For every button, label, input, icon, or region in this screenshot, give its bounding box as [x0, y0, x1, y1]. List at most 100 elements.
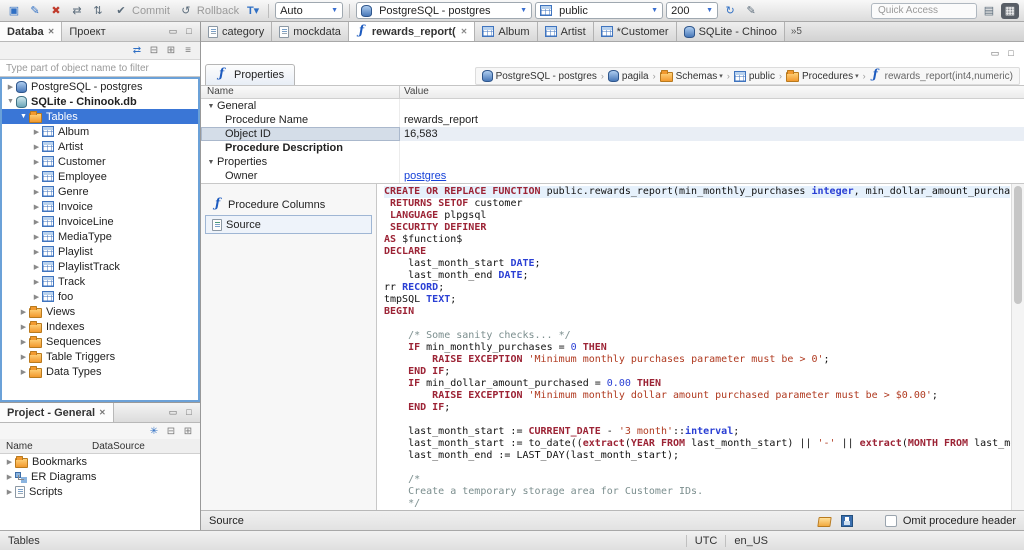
- expander-icon[interactable]: ▶: [31, 143, 42, 151]
- transaction-filter-icon[interactable]: T ▾: [244, 3, 262, 19]
- tree-item-employee[interactable]: ▶ Employee: [2, 169, 198, 184]
- tree-item-table-triggers[interactable]: ▶ Table Triggers: [2, 349, 198, 364]
- refresh-icon[interactable]: ↻: [721, 3, 739, 19]
- vertical-scrollbar[interactable]: [1011, 184, 1024, 510]
- expander-icon[interactable]: ▼: [205, 159, 217, 166]
- tree-item-artist[interactable]: ▶ Artist: [2, 139, 198, 154]
- breadcrumb-item-postgresql-postgres[interactable]: PostgreSQL - postgres: [481, 70, 597, 82]
- tab-overflow-indicator[interactable]: »5: [785, 22, 808, 41]
- maximize-icon[interactable]: □: [182, 26, 196, 37]
- expander-icon[interactable]: ▶: [18, 368, 29, 376]
- tree-item-playlisttrack[interactable]: ▶ PlaylistTrack: [2, 259, 198, 274]
- omit-header-checkbox[interactable]: [884, 514, 897, 527]
- abort-icon[interactable]: ✖: [47, 3, 65, 19]
- tree-item-indexes[interactable]: ▶ Indexes: [2, 319, 198, 334]
- project-item-er-diagrams[interactable]: ▶ ER Diagrams: [0, 469, 200, 484]
- open-folder-icon[interactable]: [817, 516, 832, 527]
- editor-tab-rewards-report[interactable]: rewards_report(✕: [348, 22, 476, 41]
- object-filter-input[interactable]: Type part of object name to filter: [0, 60, 200, 77]
- editor-tab-category[interactable]: category: [201, 22, 273, 41]
- breadcrumb-item-rewards-report-int4-numeric[interactable]: rewards_report(int4,numeric): [870, 67, 1013, 82]
- expander-icon[interactable]: ▶: [31, 128, 42, 136]
- sync-icon[interactable]: ⇄: [68, 3, 86, 19]
- tree-item-invoice[interactable]: ▶ Invoice: [2, 199, 198, 214]
- project-item-bookmarks[interactable]: ▶ Bookmarks: [0, 454, 200, 469]
- minimize-icon[interactable]: ▭: [988, 48, 1002, 59]
- close-icon[interactable]: ✕: [48, 27, 55, 36]
- link-editor-icon[interactable]: ⇄: [129, 45, 145, 56]
- tree-item-tables[interactable]: ▼ Tables: [2, 109, 198, 124]
- expander-icon[interactable]: ▶: [18, 308, 29, 316]
- breadcrumb-item-pagila[interactable]: pagila: [607, 70, 649, 82]
- property-row-procedure-description[interactable]: Procedure Description: [201, 141, 1024, 155]
- expander-icon[interactable]: ▶: [31, 203, 42, 211]
- expander-icon[interactable]: ▶: [4, 488, 15, 496]
- close-tab-icon[interactable]: ✕: [461, 27, 468, 36]
- property-row-owner[interactable]: Owner postgres: [201, 169, 1024, 183]
- tab-properties[interactable]: Properties: [205, 64, 296, 85]
- editor-tab-customer[interactable]: *Customer: [593, 22, 677, 41]
- transfer-icon[interactable]: ⇅: [89, 3, 107, 19]
- tree-item-invoiceline[interactable]: ▶ InvoiceLine: [2, 214, 198, 229]
- collapse-all-icon[interactable]: ⊟: [163, 426, 179, 437]
- breadcrumb-item-public[interactable]: public: [733, 70, 775, 82]
- minimize-icon[interactable]: ▭: [166, 26, 180, 37]
- expander-icon[interactable]: ▶: [31, 218, 42, 226]
- expander-icon[interactable]: ▼: [205, 103, 217, 110]
- expander-icon[interactable]: ▶: [18, 353, 29, 361]
- expander-icon[interactable]: ▶: [31, 158, 42, 166]
- editor-tab-artist[interactable]: Artist: [537, 22, 594, 41]
- commit-mode-select[interactable]: Auto ▼: [275, 2, 344, 19]
- edit-icon[interactable]: ✎: [742, 3, 760, 19]
- quick-access-input[interactable]: Quick Access: [871, 2, 977, 19]
- subpanel-item-procedure-columns[interactable]: Procedure Columns: [205, 195, 372, 214]
- perspective-sql-icon[interactable]: ▤: [980, 3, 998, 19]
- expander-icon[interactable]: ▶: [31, 233, 42, 241]
- editor-tab-sqlite-chinoo[interactable]: SQLite - Chinoo: [676, 22, 785, 41]
- tab-project-general[interactable]: Project - General ✕: [0, 403, 114, 422]
- tree-item-sqlite-chinook-db[interactable]: ▼ SQLite - Chinook.db: [2, 94, 198, 109]
- tab-project-explorer[interactable]: Проект: [62, 22, 112, 41]
- property-row-procedure-name[interactable]: Procedure Name rewards_report: [201, 113, 1024, 127]
- scrollbar-thumb[interactable]: [1014, 186, 1022, 304]
- expander-icon[interactable]: ▶: [31, 188, 42, 196]
- new-object-icon[interactable]: ▣: [5, 3, 23, 19]
- property-row-properties[interactable]: ▼ Properties: [201, 155, 1024, 169]
- property-row-object-id[interactable]: Object ID 16,583: [201, 127, 1024, 141]
- expander-icon[interactable]: ▶: [5, 83, 16, 91]
- perspective-dbeaver-icon[interactable]: ▦: [1001, 2, 1019, 19]
- tree-item-genre[interactable]: ▶ Genre: [2, 184, 198, 199]
- breadcrumb-item-schemas[interactable]: Schemas ▾: [659, 70, 723, 82]
- collapse-all-icon[interactable]: ⊟: [146, 45, 162, 56]
- expander-icon[interactable]: ▶: [18, 338, 29, 346]
- chevron-down-icon[interactable]: ▾: [719, 72, 723, 80]
- rollback-button[interactable]: ↺ Rollback: [175, 3, 241, 19]
- source-editor[interactable]: CREATE OR REPLACE FUNCTION public.reward…: [377, 184, 1024, 510]
- tree-item-mediatype[interactable]: ▶ MediaType: [2, 229, 198, 244]
- tree-item-postgresql-postgres[interactable]: ▶ PostgreSQL - postgres: [2, 79, 198, 94]
- maximize-icon[interactable]: □: [182, 407, 196, 418]
- tree-item-album[interactable]: ▶ Album: [2, 124, 198, 139]
- expander-icon[interactable]: ▶: [31, 173, 42, 181]
- expander-icon[interactable]: ▶: [4, 473, 15, 481]
- tree-item-foo[interactable]: ▶ foo: [2, 289, 198, 304]
- expander-icon[interactable]: ▶: [18, 323, 29, 331]
- expander-icon[interactable]: ▶: [31, 263, 42, 271]
- status-locale[interactable]: en_US: [734, 535, 768, 547]
- expander-icon[interactable]: ▼: [5, 98, 16, 105]
- maximize-icon[interactable]: □: [1004, 48, 1018, 58]
- expander-icon[interactable]: ▶: [31, 293, 42, 301]
- tree-item-data-types[interactable]: ▶ Data Types: [2, 364, 198, 379]
- property-row-general[interactable]: ▼ General: [201, 99, 1024, 113]
- breadcrumb-item-procedures[interactable]: Procedures ▾: [785, 70, 859, 82]
- tree-item-playlist[interactable]: ▶ Playlist: [2, 244, 198, 259]
- tree-item-views[interactable]: ▶ Views: [2, 304, 198, 319]
- close-icon[interactable]: ✕: [99, 408, 106, 417]
- expand-all-icon[interactable]: ⊞: [163, 45, 179, 56]
- expander-icon[interactable]: ▶: [31, 248, 42, 256]
- save-icon[interactable]: [840, 514, 853, 527]
- editor-tab-album[interactable]: Album: [475, 22, 538, 41]
- expander-icon[interactable]: ▶: [31, 278, 42, 286]
- editor-tab-mockdata[interactable]: mockdata: [272, 22, 349, 41]
- minimize-icon[interactable]: ▭: [166, 407, 180, 418]
